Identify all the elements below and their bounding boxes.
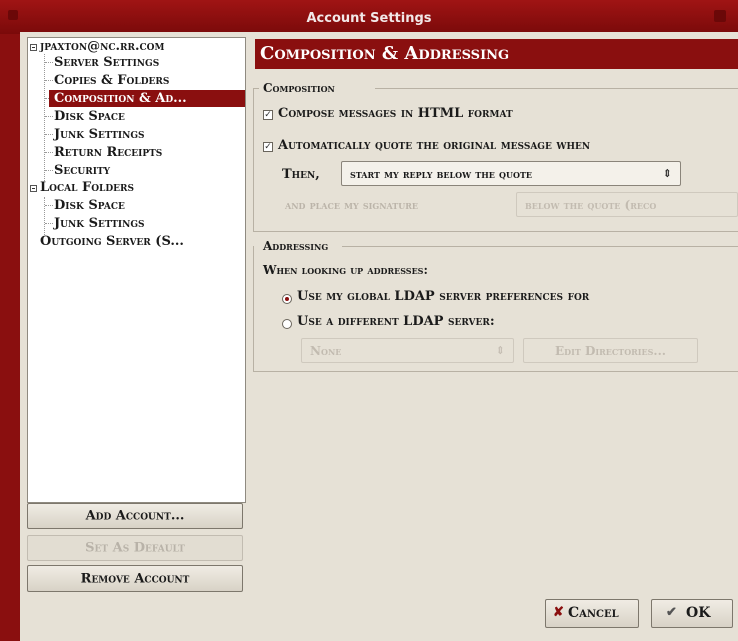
account-settings-window: Account Settings jpaxton@nc.rr.com Serve…	[0, 0, 738, 641]
tree-item-composition-addressing[interactable]: Composition & Ad...	[49, 90, 245, 107]
tree-line	[44, 197, 45, 235]
then-label: Then,	[282, 167, 320, 182]
cancel-label: Cancel	[568, 605, 619, 621]
tree-item-local-junk-settings[interactable]: Junk Settings	[54, 215, 145, 232]
tree-line	[44, 54, 45, 181]
edit-directories-label: Edit Directories...	[555, 344, 666, 358]
tree-branch	[45, 223, 53, 224]
tree-item-disk-space[interactable]: Disk Space	[54, 108, 125, 125]
group-border	[253, 246, 254, 372]
lookup-label: When looking up addresses:	[263, 263, 428, 277]
different-ldap-radio[interactable]	[282, 319, 292, 329]
updown-arrow-icon: ⇕	[495, 344, 505, 357]
html-format-label[interactable]: Compose messages in HTML format	[278, 106, 513, 121]
set-default-button[interactable]: Set As Default	[27, 535, 243, 561]
tree-item-copies-folders[interactable]: Copies & Folders	[54, 72, 169, 89]
tree-item-outgoing-server[interactable]: Outgoing Server (S...	[40, 233, 184, 250]
signature-label: and place my signature	[285, 198, 418, 212]
edit-directories-button[interactable]: Edit Directories...	[523, 338, 698, 363]
ok-button[interactable]: ✔ OK	[651, 599, 733, 628]
group-border	[253, 88, 254, 232]
signature-position-select[interactable]: below the quote (reco	[516, 192, 738, 217]
ok-check-icon: ✔	[666, 605, 677, 620]
reply-position-value: start my reply below the quote	[350, 167, 533, 181]
ldap-server-value: None	[310, 344, 342, 358]
window-title: Account Settings	[306, 11, 432, 26]
tree-branch	[45, 62, 53, 63]
different-ldap-label[interactable]: Use a different LDAP server:	[297, 314, 495, 329]
account-tree[interactable]: jpaxton@nc.rr.com Server Settings Copies…	[27, 37, 246, 503]
tree-item-local-disk-space[interactable]: Disk Space	[54, 197, 125, 214]
auto-quote-label[interactable]: Automatically quote the original message…	[278, 138, 590, 153]
tree-branch	[45, 134, 53, 135]
tree-branch	[45, 80, 53, 81]
cancel-button[interactable]: ✘ Cancel	[545, 599, 639, 628]
global-ldap-radio[interactable]	[282, 294, 292, 304]
add-account-label: Add Account...	[85, 508, 185, 524]
updown-arrow-icon: ⇕	[662, 167, 672, 180]
close-icon[interactable]	[714, 10, 726, 22]
signature-position-value: below the quote (reco	[525, 198, 657, 212]
page-title: Composition & Addressing	[260, 43, 510, 64]
tree-branch	[45, 152, 53, 153]
remove-account-button[interactable]: Remove Account	[27, 565, 243, 592]
title-bar[interactable]: Account Settings	[0, 0, 738, 34]
tree-branch	[45, 116, 53, 117]
set-default-label: Set As Default	[85, 540, 185, 556]
group-border	[253, 231, 738, 232]
add-account-button[interactable]: Add Account...	[27, 503, 243, 529]
reply-position-select[interactable]: start my reply below the quote ⇕	[341, 161, 681, 186]
group-border	[375, 88, 738, 89]
collapse-icon[interactable]	[30, 185, 37, 192]
html-format-checkbox[interactable]: ✓	[263, 110, 273, 120]
tree-item-local-folders[interactable]: Local Folders	[40, 179, 134, 196]
tree-branch	[45, 170, 53, 171]
panel-header: Composition & Addressing	[255, 39, 738, 69]
cancel-x-icon: ✘	[553, 605, 564, 620]
ldap-server-select[interactable]: None ⇕	[301, 338, 514, 363]
tree-item-security[interactable]: Security	[54, 162, 110, 179]
tree-item-account[interactable]: jpaxton@nc.rr.com	[40, 38, 164, 55]
addressing-group-label: Addressing	[263, 239, 329, 253]
global-ldap-label[interactable]: Use my global LDAP server preferences fo…	[297, 289, 589, 304]
ok-label: OK	[686, 605, 711, 621]
tree-item-return-receipts[interactable]: Return Receipts	[54, 144, 162, 161]
collapse-icon[interactable]	[30, 44, 37, 51]
tree-item-server-settings[interactable]: Server Settings	[54, 54, 159, 71]
group-border	[342, 246, 738, 247]
composition-group-label: Composition	[263, 81, 335, 95]
tree-branch	[45, 205, 53, 206]
auto-quote-checkbox[interactable]: ✓	[263, 142, 273, 152]
tree-item-junk-settings[interactable]: Junk Settings	[54, 126, 145, 143]
group-border	[253, 371, 738, 372]
remove-account-label: Remove Account	[80, 571, 190, 586]
dialog-client-area: jpaxton@nc.rr.com Server Settings Copies…	[20, 32, 738, 641]
